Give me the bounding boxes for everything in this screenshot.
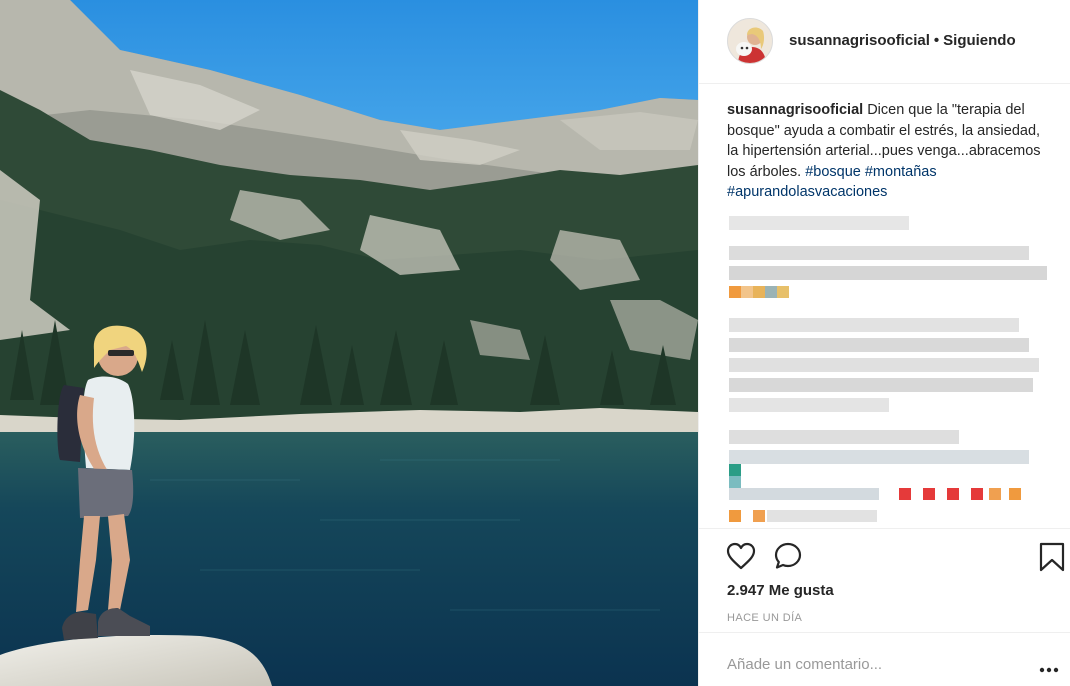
post-timestamp[interactable]: HACE UN DÍA: [727, 612, 802, 624]
comment-section: [699, 632, 1070, 686]
bookmark-icon[interactable]: [1039, 542, 1065, 577]
following-button[interactable]: Siguiendo: [943, 32, 1016, 49]
ellipsis-icon[interactable]: [1039, 660, 1059, 678]
photo-illustration: [0, 0, 698, 686]
header-username-row: susannagrisooficial • Siguiendo: [789, 32, 1016, 49]
avatar-image: [728, 19, 772, 63]
heart-icon[interactable]: [726, 542, 756, 575]
header-username[interactable]: susannagrisooficial: [789, 32, 930, 49]
hashtag-montanas[interactable]: #montañas: [865, 164, 937, 180]
post-header: susannagrisooficial • Siguiendo: [699, 0, 1070, 84]
speech-bubble-icon[interactable]: [773, 541, 803, 576]
avatar[interactable]: [727, 18, 773, 64]
post-photo[interactable]: [0, 0, 698, 686]
hashtag-bosque[interactable]: #bosque: [805, 164, 861, 180]
hashtag-apurandolasvacaciones[interactable]: #apurandolasvacaciones: [727, 184, 887, 200]
caption-username[interactable]: susannagrisooficial: [727, 102, 863, 118]
post-caption: susannagrisooficial Dicen que la "terapia…: [727, 100, 1049, 203]
blurred-comments: [727, 212, 1057, 530]
comment-input[interactable]: [727, 653, 1017, 675]
like-count[interactable]: 2.947 Me gusta: [727, 582, 834, 599]
separator-dot: •: [933, 32, 940, 49]
post-sidebar: susannagrisooficial • Siguiendo susannagri…: [698, 0, 1070, 686]
